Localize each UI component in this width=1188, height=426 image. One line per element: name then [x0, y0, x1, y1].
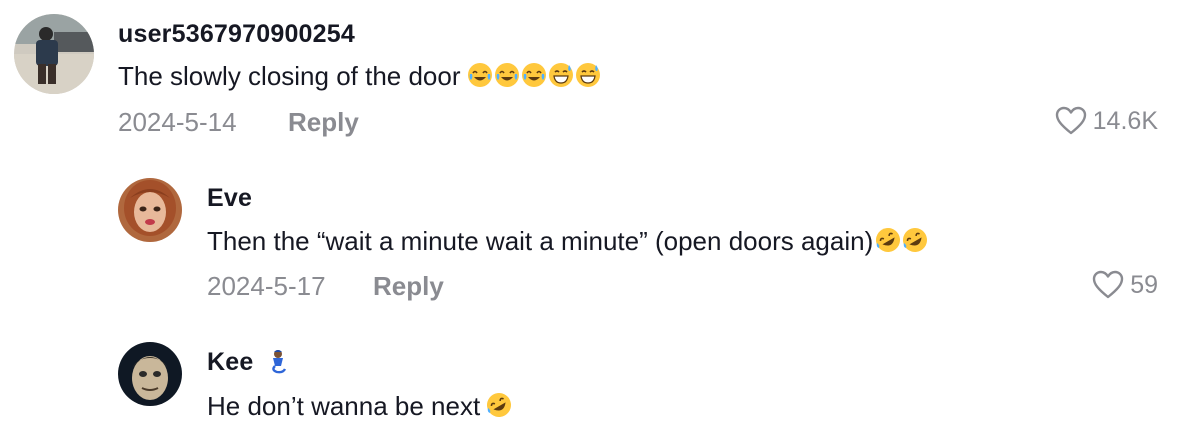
comment-text-content: Then the “wait a minute wait a minute” (… — [207, 226, 874, 256]
avatar[interactable] — [118, 178, 182, 242]
comment-text-content: He don’t wanna be next — [207, 391, 481, 421]
rofl-emoji — [486, 392, 512, 418]
comment-item: Kee He don’t wanna be next — [0, 326, 1188, 426]
heart-icon[interactable] — [1092, 270, 1124, 300]
comment-text: The slowly closing of the door — [118, 61, 602, 92]
comment-username-text: Kee — [207, 348, 254, 376]
genie-emoji — [265, 348, 291, 374]
heart-icon[interactable] — [1055, 106, 1087, 136]
comment-username[interactable]: user5367970900254 — [118, 20, 355, 49]
comment-username[interactable]: Eve — [207, 184, 252, 213]
joy-emoji — [467, 62, 493, 88]
reply-button[interactable]: Reply — [373, 271, 444, 302]
comment-username[interactable]: Kee — [207, 348, 292, 377]
like-button[interactable]: 14.6K — [1055, 106, 1158, 136]
like-count: 59 — [1130, 270, 1158, 299]
like-count: 14.6K — [1092, 106, 1158, 135]
emoji-group — [875, 227, 929, 253]
joy-emoji — [494, 62, 520, 88]
comments-list: user5367970900254 The slowly closing of … — [0, 0, 1188, 426]
comment-text: Then the “wait a minute wait a minute” (… — [207, 226, 929, 257]
rofl-emoji — [875, 227, 901, 253]
comment-text: He don’t wanna be next — [207, 391, 513, 422]
emoji-group — [467, 62, 602, 88]
like-button[interactable]: 59 — [1092, 270, 1158, 300]
grin-sweat-emoji — [575, 62, 601, 88]
emoji-group — [486, 392, 513, 418]
comment-date: 2024-5-17 — [207, 271, 326, 301]
reply-button[interactable]: Reply — [288, 107, 359, 138]
rofl-emoji — [902, 227, 928, 253]
avatar[interactable] — [14, 14, 94, 94]
avatar[interactable] — [118, 342, 182, 406]
comment-date: 2024-5-14 — [118, 107, 237, 137]
grin-sweat-emoji — [548, 62, 574, 88]
comment-item: user5367970900254 The slowly closing of … — [0, 0, 1188, 150]
comment-item: Eve Then the “wait a minute wait a minut… — [0, 160, 1188, 310]
comment-text-content: The slowly closing of the door — [118, 61, 461, 91]
joy-emoji — [521, 62, 547, 88]
